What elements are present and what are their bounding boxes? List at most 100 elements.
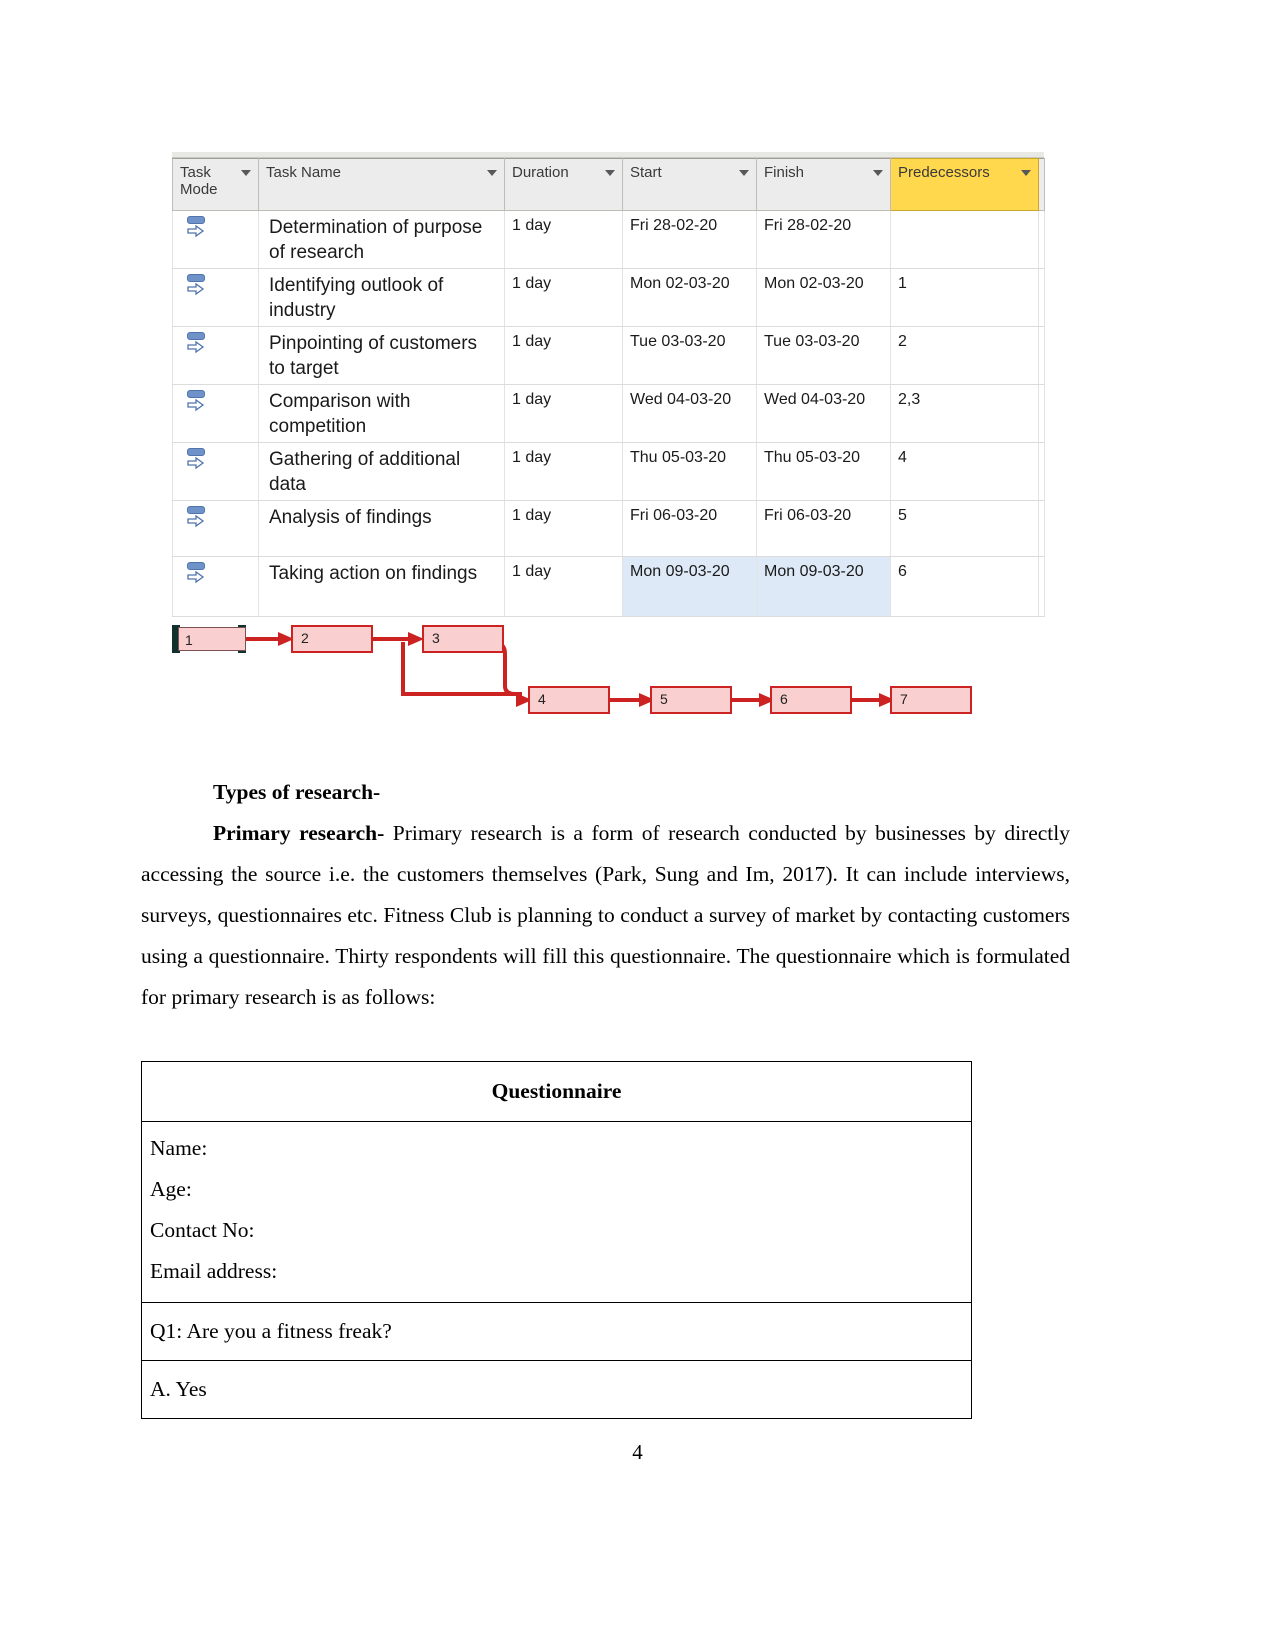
questionnaire-question-row: Q1: Are you a fitness freak? — [141, 1302, 972, 1361]
cell-start[interactable]: Thu 05-03-20 — [622, 442, 757, 501]
cell-task-name[interactable]: Comparison with competition — [258, 384, 505, 443]
cell-task-name[interactable]: Identifying outlook of industry — [258, 268, 505, 327]
table-row[interactable]: Analysis of findings 1 day Fri 06-03-20 … — [172, 500, 1045, 557]
chevron-down-icon[interactable] — [739, 170, 749, 176]
cell-overflow — [1038, 384, 1045, 443]
cell-finish[interactable]: Mon 02-03-20 — [756, 268, 891, 327]
cell-start[interactable]: Mon 02-03-20 — [622, 268, 757, 327]
cell-task-name[interactable]: Taking action on findings — [258, 556, 505, 617]
column-header-start-label: Start — [630, 164, 662, 181]
primary-research-paragraph: Primary research- Primary research is a … — [141, 813, 1070, 1018]
cell-duration[interactable]: 1 day — [504, 268, 623, 327]
field-contact-no: Contact No: — [150, 1218, 255, 1242]
field-age: Age: — [150, 1177, 192, 1201]
network-node-1[interactable]: 1 — [172, 625, 254, 653]
cell-duration[interactable]: 1 day — [504, 384, 623, 443]
network-node-2[interactable]: 2 — [291, 625, 373, 653]
cell-predecessors[interactable]: 2,3 — [890, 384, 1039, 443]
table-row[interactable]: Taking action on findings 1 day Mon 09-0… — [172, 556, 1045, 617]
cell-predecessors[interactable] — [890, 210, 1039, 269]
cell-predecessors[interactable]: 5 — [890, 500, 1039, 557]
cell-task-mode[interactable] — [172, 268, 259, 327]
cell-start[interactable]: Fri 28-02-20 — [622, 210, 757, 269]
table-row[interactable]: Determination of purpose of research 1 d… — [172, 210, 1045, 269]
cell-task-name[interactable]: Pinpointing of customers to target — [258, 326, 505, 385]
table-row[interactable]: Comparison with competition 1 day Wed 04… — [172, 384, 1045, 443]
cell-finish[interactable]: Fri 28-02-20 — [756, 210, 891, 269]
chevron-down-icon[interactable] — [241, 170, 251, 176]
cell-start[interactable]: Tue 03-03-20 — [622, 326, 757, 385]
column-header-finish-label: Finish — [764, 164, 805, 181]
table-row[interactable]: Identifying outlook of industry 1 day Mo… — [172, 268, 1045, 327]
cell-duration[interactable]: 1 day — [504, 556, 623, 617]
network-node-4[interactable]: 4 — [528, 686, 610, 714]
cell-start[interactable]: Fri 06-03-20 — [622, 500, 757, 557]
auto-schedule-icon — [187, 506, 207, 532]
cell-task-mode[interactable] — [172, 384, 259, 443]
chevron-down-icon[interactable] — [1021, 170, 1031, 176]
column-header-task-mode[interactable]: Task Mode — [172, 158, 259, 211]
cell-finish[interactable]: Tue 03-03-20 — [756, 326, 891, 385]
cell-task-mode[interactable] — [172, 500, 259, 557]
chevron-down-icon[interactable] — [605, 170, 615, 176]
questionnaire-title: Questionnaire — [141, 1061, 972, 1122]
network-node-3[interactable]: 3 — [422, 625, 504, 653]
primary-research-label: Primary research- — [213, 821, 385, 845]
primary-research-text: Primary research is a form of research c… — [141, 821, 1070, 1009]
cell-duration[interactable]: 1 day — [504, 326, 623, 385]
task-grid-body: Determination of purpose of research 1 d… — [172, 210, 1045, 617]
network-diagram: 1 2 3 4 5 6 7 — [160, 612, 1000, 730]
cell-task-name[interactable]: Analysis of findings — [258, 500, 505, 557]
cell-task-mode[interactable] — [172, 442, 259, 501]
cell-predecessors[interactable]: 4 — [890, 442, 1039, 501]
table-row[interactable]: Gathering of additional data 1 day Thu 0… — [172, 442, 1045, 501]
field-email-address: Email address: — [150, 1259, 278, 1283]
questionnaire-fields-row: Name: Age: Contact No: Email address: — [141, 1121, 972, 1303]
question-q1: Q1: Are you a fitness freak? — [141, 1302, 972, 1361]
chevron-down-icon[interactable] — [487, 170, 497, 176]
cell-finish[interactable]: Mon 09-03-20 — [756, 556, 891, 617]
cell-duration[interactable]: 1 day — [504, 210, 623, 269]
cell-task-name[interactable]: Gathering of additional data — [258, 442, 505, 501]
column-header-task-mode-line2: Mode — [180, 181, 218, 198]
column-header-predecessors-label: Predecessors — [898, 164, 990, 181]
cell-duration[interactable]: 1 day — [504, 442, 623, 501]
cell-start[interactable]: Mon 09-03-20 — [622, 556, 757, 617]
cell-finish[interactable]: Wed 04-03-20 — [756, 384, 891, 443]
questionnaire-answer-row: A. Yes — [141, 1360, 972, 1419]
cell-task-mode[interactable] — [172, 326, 259, 385]
questionnaire-title-row: Questionnaire — [141, 1061, 972, 1122]
column-header-start[interactable]: Start — [622, 158, 757, 211]
network-node-7[interactable]: 7 — [890, 686, 972, 714]
cell-start[interactable]: Wed 04-03-20 — [622, 384, 757, 443]
column-header-finish[interactable]: Finish — [756, 158, 891, 211]
page-number: 4 — [632, 1440, 643, 1464]
auto-schedule-icon — [187, 216, 207, 242]
chevron-down-icon[interactable] — [873, 170, 883, 176]
cell-overflow — [1038, 210, 1045, 269]
column-header-duration-label: Duration — [512, 164, 569, 181]
column-header-overflow — [1038, 158, 1045, 211]
section-heading: Types of research- — [213, 780, 381, 804]
cell-predecessors[interactable]: 2 — [890, 326, 1039, 385]
column-header-predecessors[interactable]: Predecessors — [890, 158, 1039, 211]
column-header-task-name[interactable]: Task Name — [258, 158, 505, 211]
questionnaire-fields: Name: Age: Contact No: Email address: — [141, 1121, 972, 1303]
cell-task-mode[interactable] — [172, 556, 259, 617]
cell-duration[interactable]: 1 day — [504, 500, 623, 557]
questionnaire-table: Questionnaire Name: Age: Contact No: Ema… — [141, 1061, 972, 1419]
table-row[interactable]: Pinpointing of customers to target 1 day… — [172, 326, 1045, 385]
column-header-duration[interactable]: Duration — [504, 158, 623, 211]
cell-overflow — [1038, 326, 1045, 385]
network-node-6[interactable]: 6 — [770, 686, 852, 714]
cell-predecessors[interactable]: 6 — [890, 556, 1039, 617]
network-node-5[interactable]: 5 — [650, 686, 732, 714]
cell-task-mode[interactable] — [172, 210, 259, 269]
cell-predecessors[interactable]: 1 — [890, 268, 1039, 327]
network-node-1-label: 1 — [178, 627, 246, 651]
cell-finish[interactable]: Fri 06-03-20 — [756, 500, 891, 557]
cell-finish[interactable]: Thu 05-03-20 — [756, 442, 891, 501]
auto-schedule-icon — [187, 448, 207, 474]
cell-overflow — [1038, 442, 1045, 501]
cell-task-name[interactable]: Determination of purpose of research — [258, 210, 505, 269]
